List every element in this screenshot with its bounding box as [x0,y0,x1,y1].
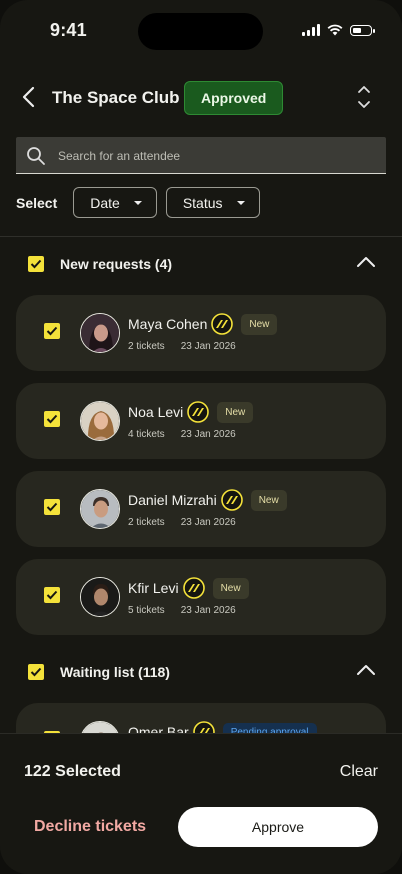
page-title: The Space Club [52,88,180,107]
clear-selection-button[interactable]: Clear [340,763,378,781]
attendee-name: Daniel Mizrahi [128,492,217,508]
attendee-name: Noa Levi [128,404,184,420]
new-requests-title: New requests (4) [60,256,173,272]
decline-tickets-button[interactable]: Decline tickets [34,818,146,836]
ticket-count: 4 tickets [128,429,165,440]
attendee-name: Maya Cohen [128,316,208,332]
brand-logo-icon [211,313,234,335]
filter-bar: Select Date Status [16,187,269,218]
search-icon [27,147,45,165]
avatar [80,489,120,529]
ticket-count: 2 tickets [128,517,165,528]
new-requests-section-header: New requests (4) [0,249,402,279]
attendee-name-row: Kfir Levi New [128,577,249,599]
attendee-card[interactable]: Kfir Levi New 5 tickets 23 Jan 2026 [16,559,386,635]
caret-down-icon [236,200,245,205]
brand-logo-icon [187,401,210,423]
attendee-name-row: Daniel Mizrahi New [128,489,287,511]
search-input[interactable] [56,137,380,175]
avatar [80,401,120,441]
new-badge: New [217,401,254,423]
attendee-checkbox[interactable] [44,323,60,339]
cellular-signal-icon [302,24,320,36]
status-filter-dropdown[interactable]: Status [165,187,260,218]
request-date: 23 Jan 2026 [180,605,236,616]
request-date: 23 Jan 2026 [180,341,236,352]
waiting-list-title: Waiting list (118) [60,664,170,680]
back-chevron-icon[interactable] [18,84,40,110]
new-badge: New [250,489,287,511]
attendee-checkbox[interactable] [44,411,60,427]
ticket-count: 2 tickets [128,341,165,352]
select-label: Select [16,194,58,211]
request-date: 23 Jan 2026 [180,517,236,528]
phone-screen: 9:41 The Space Club Approved Search for … [0,0,402,874]
avatar [80,313,120,353]
attendee-search [16,137,386,175]
attendee-name-row: Maya Cohen New [128,313,278,335]
new-badge: New [241,313,278,335]
attendee-meta: 5 tickets 23 Jan 2026 [128,605,236,616]
attendee-card[interactable]: Daniel Mizrahi New 2 tickets 23 Jan 2026 [16,471,386,547]
new-requests-select-all-checkbox[interactable] [28,256,44,272]
bulk-action-bar: 122 Selected Clear Decline tickets Appro… [0,733,402,874]
attendee-checkbox[interactable] [44,587,60,603]
status-bar: 9:41 [0,0,402,62]
page-header: The Space Club Approved [0,78,402,118]
expand-switch-icon[interactable] [356,84,372,110]
approve-button[interactable]: Approve [178,807,378,847]
chevron-up-icon[interactable] [356,663,376,677]
ticket-count: 5 tickets [128,605,165,616]
request-date: 23 Jan 2026 [180,429,236,440]
status-filter-label: Status [182,194,223,211]
brand-logo-icon [182,577,205,599]
approved-status-badge: Approved [184,81,284,115]
attendee-meta: 2 tickets 23 Jan 2026 [128,341,236,352]
attendee-card[interactable]: Noa Levi New 4 tickets 23 Jan 2026 [16,383,386,459]
caret-down-icon [133,200,142,205]
attendee-meta: 2 tickets 23 Jan 2026 [128,517,236,528]
status-time: 9:41 [50,20,87,40]
brand-logo-icon [220,489,243,511]
dynamic-island [138,13,263,50]
divider [0,236,402,237]
date-filter-label: Date [90,194,120,211]
waiting-list-section-header: Waiting list (118) [0,657,402,687]
date-filter-dropdown[interactable]: Date [73,187,157,218]
selected-count: 122 Selected [24,763,121,780]
chevron-up-icon[interactable] [356,255,376,269]
waiting-list-select-all-checkbox[interactable] [28,664,44,680]
attendee-card[interactable]: Maya Cohen New 2 tickets 23 Jan 2026 [16,295,386,371]
attendee-meta: 4 tickets 23 Jan 2026 [128,429,236,440]
system-icons [302,24,375,36]
battery-icon [350,24,375,36]
avatar [80,577,120,617]
wifi-icon [327,24,343,36]
attendee-name: Kfir Levi [128,580,179,596]
new-badge: New [212,577,249,599]
attendee-checkbox[interactable] [44,499,60,515]
attendee-name-row: Noa Levi New [128,401,254,423]
